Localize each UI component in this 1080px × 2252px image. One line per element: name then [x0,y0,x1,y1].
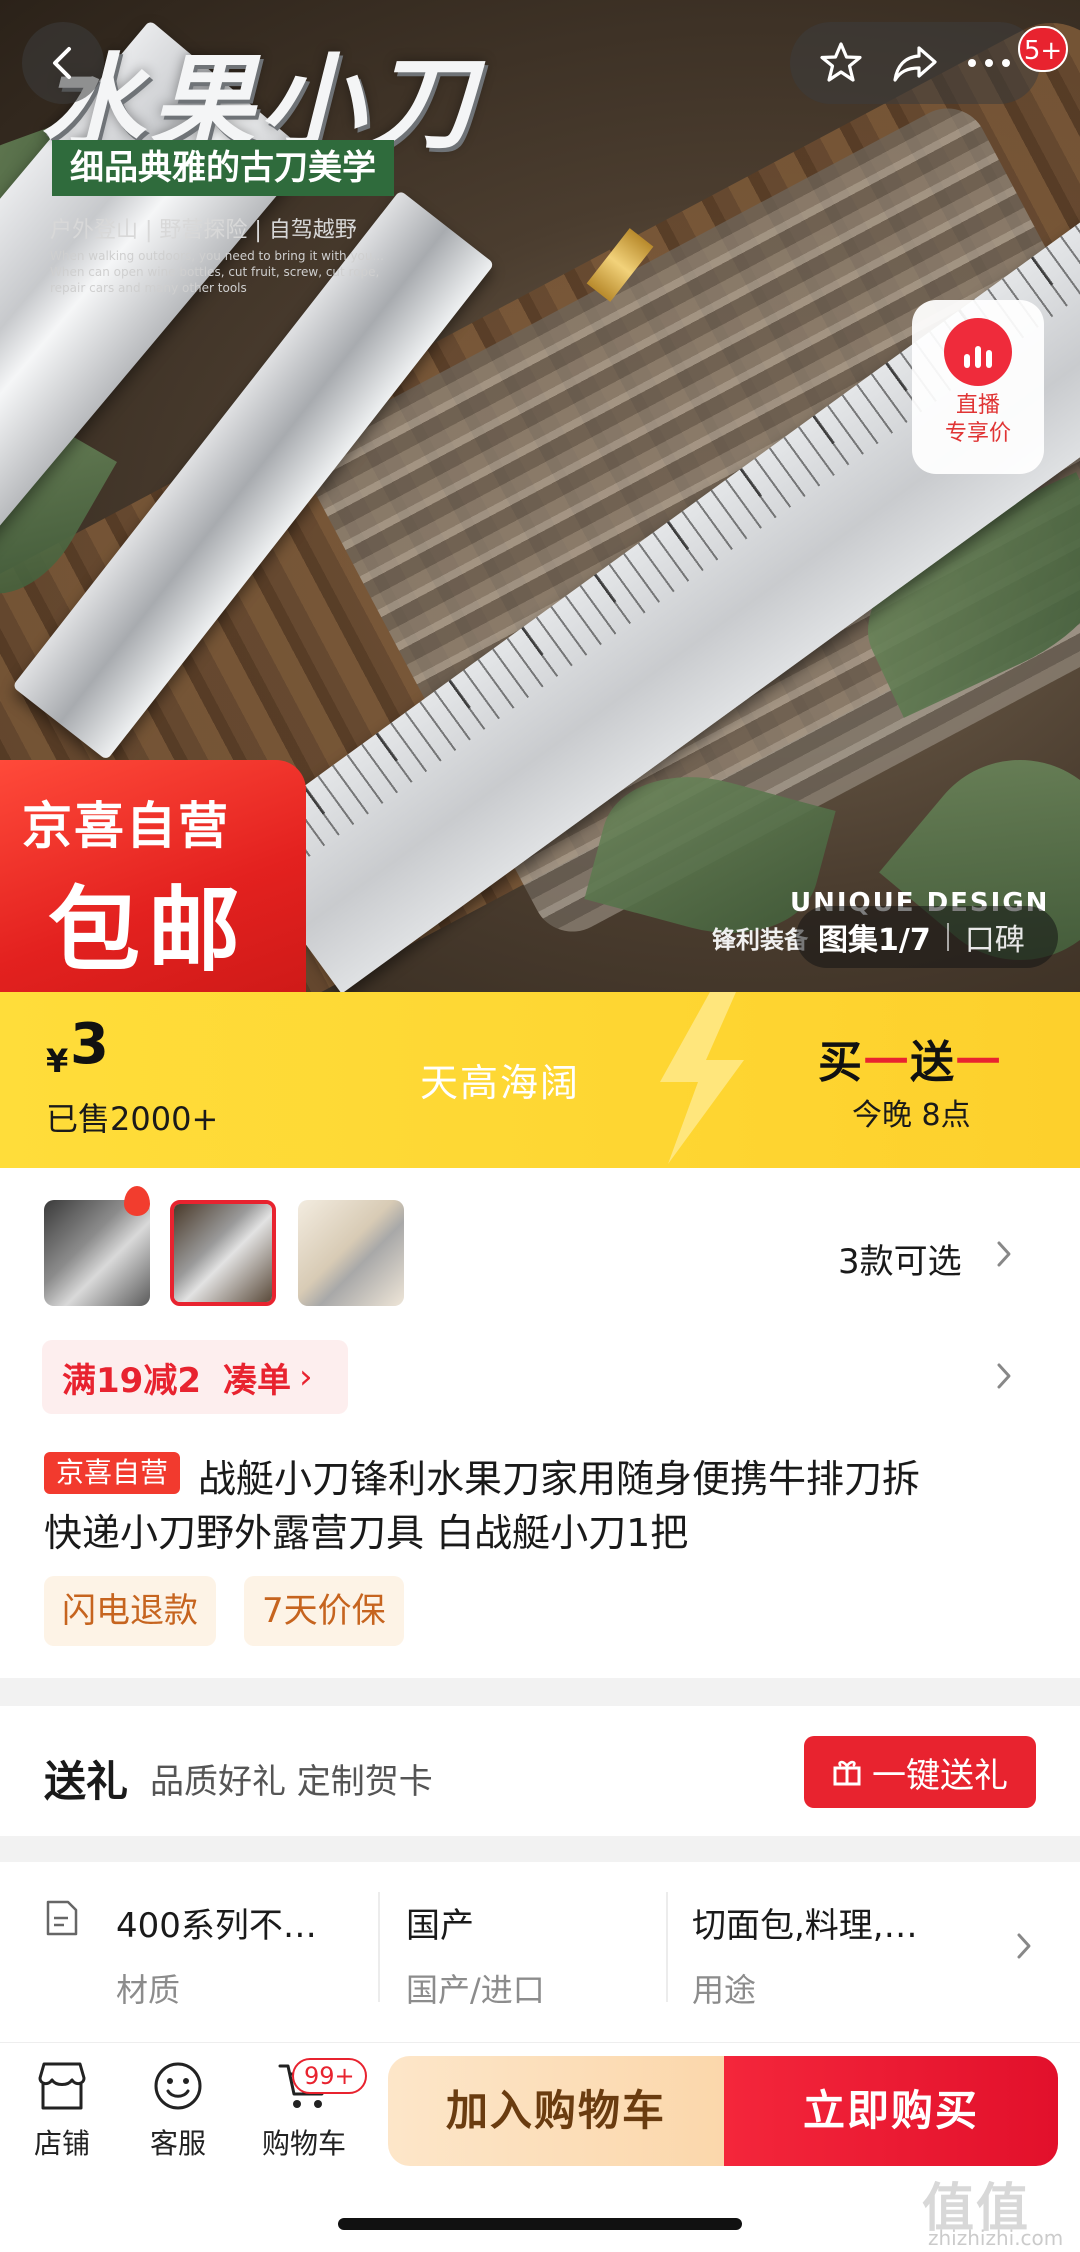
send-gift-button[interactable]: 一键送礼 [804,1736,1036,1808]
divider [666,1892,668,2002]
hot-flame-icon [124,1186,150,1216]
product-image-carousel[interactable]: 水果小刀 细品典雅的古刀美学 户外登山 | 野营探险 | 自驾越野 When w… [0,0,1080,992]
home-indicator[interactable] [338,2218,742,2230]
badge-top-text: 京喜自营 [22,797,230,855]
more-dots-icon [968,59,1011,67]
coupon-tag[interactable]: 满19减2 凑单 › [42,1340,348,1414]
live-icon [944,318,1012,386]
smile-icon [154,2062,202,2110]
buy-now-button[interactable]: 立即购买 [724,2056,1058,2166]
star-icon [820,42,862,82]
gallery-counter[interactable]: 图集1/7 口碑 [796,906,1058,968]
add-to-cart-button[interactable]: 加入购物车 [388,2056,724,2166]
chevron-right-icon[interactable] [994,1238,1014,1270]
attribute-material: 400系列不… 材质 [116,1906,317,2009]
store-label: 店铺 [33,2127,90,2160]
store-button[interactable]: 店铺 [2,2060,122,2162]
watermark-url: zhizhizhi.com [928,2226,1064,2250]
document-icon [46,1900,78,1936]
gift-icon [833,1760,861,1786]
variant-thumbnail[interactable] [44,1200,150,1306]
self-operated-tag: 京喜自营 [44,1452,180,1494]
product-title-line1: 战艇小刀锋利水果刀家用随身便携牛排刀拆 [198,1457,921,1501]
live-label: 直播 专享价 [944,393,1011,446]
hero-english-text: When walking outdoors, you need to bring… [50,249,384,295]
favorite-button[interactable] [818,40,864,86]
coupon-arrow: › [298,1357,313,1397]
cart-count-badge: 99+ [292,2058,367,2094]
chevron-right-icon[interactable] [1014,1930,1034,1962]
sold-count: 已售2000+ [46,1100,219,1138]
hero-caption: 锋利装备 [712,926,808,954]
chevron-right-icon[interactable] [994,1360,1014,1392]
review-label[interactable]: 口碑 [965,915,1025,959]
price-currency: ¥ [46,1042,69,1080]
gift-subtitle: 品质好礼 定制贺卡 [150,1762,433,1802]
gallery-label: 图集1/7 [818,923,931,958]
service-tag[interactable]: 闪电退款 [44,1576,216,1646]
promo-time: 今晚 8点 [852,1098,971,1133]
attribute-usage: 切面包,料理,… 用途 [692,1906,918,2009]
divider [378,1892,380,2002]
message-count-badge: 5+ [1018,26,1068,72]
variant-thumbnail-selected[interactable] [170,1200,276,1306]
self-operated-badge: 京喜自营 包邮 [0,760,306,992]
banner-slogan: 天高海阔 [420,1061,581,1105]
product-page: 水果小刀 细品典雅的古刀美学 户外登山 | 野营探险 | 自驾越野 When w… [0,0,1080,2252]
share-icon [893,46,937,82]
coupon-text: 满19减2 [62,1360,201,1401]
service-label: 客服 [149,2127,206,2160]
variant-thumbnail[interactable] [298,1200,404,1306]
back-arrow-icon [53,47,71,79]
live-price-button[interactable]: 直播 专享价 [912,300,1044,474]
product-title-line2: 快递小刀野外露营刀具 白战艇小刀1把 [44,1511,689,1555]
send-gift-label: 一键送礼 [872,1755,1008,1796]
top-action-bar [790,22,1040,104]
attribute-origin: 国产 国产/进口 [406,1906,545,2009]
customer-service-button[interactable]: 客服 [118,2060,238,2162]
back-button[interactable] [22,22,104,104]
more-button[interactable] [966,57,1012,69]
price-value: 3 [70,1012,109,1077]
lightning-icon [660,992,744,1164]
variant-count[interactable]: 3款可选 [838,1234,962,1283]
store-icon [38,2062,86,2110]
hero-tags: 户外登山 | 野营探险 | 自驾越野 [50,218,357,243]
promo-title: 买一送一 [818,1037,1002,1088]
hero-slogan: 细品典雅的古刀美学 [52,140,394,196]
badge-bottom-text: 包邮 [48,877,249,984]
coupon-action: 凑单 [222,1360,291,1401]
divider [946,923,949,951]
cart-label: 购物车 [261,2127,346,2160]
gift-title: 送礼 [44,1757,129,1806]
service-tag[interactable]: 7天价保 [244,1576,404,1646]
share-button[interactable] [891,40,939,86]
